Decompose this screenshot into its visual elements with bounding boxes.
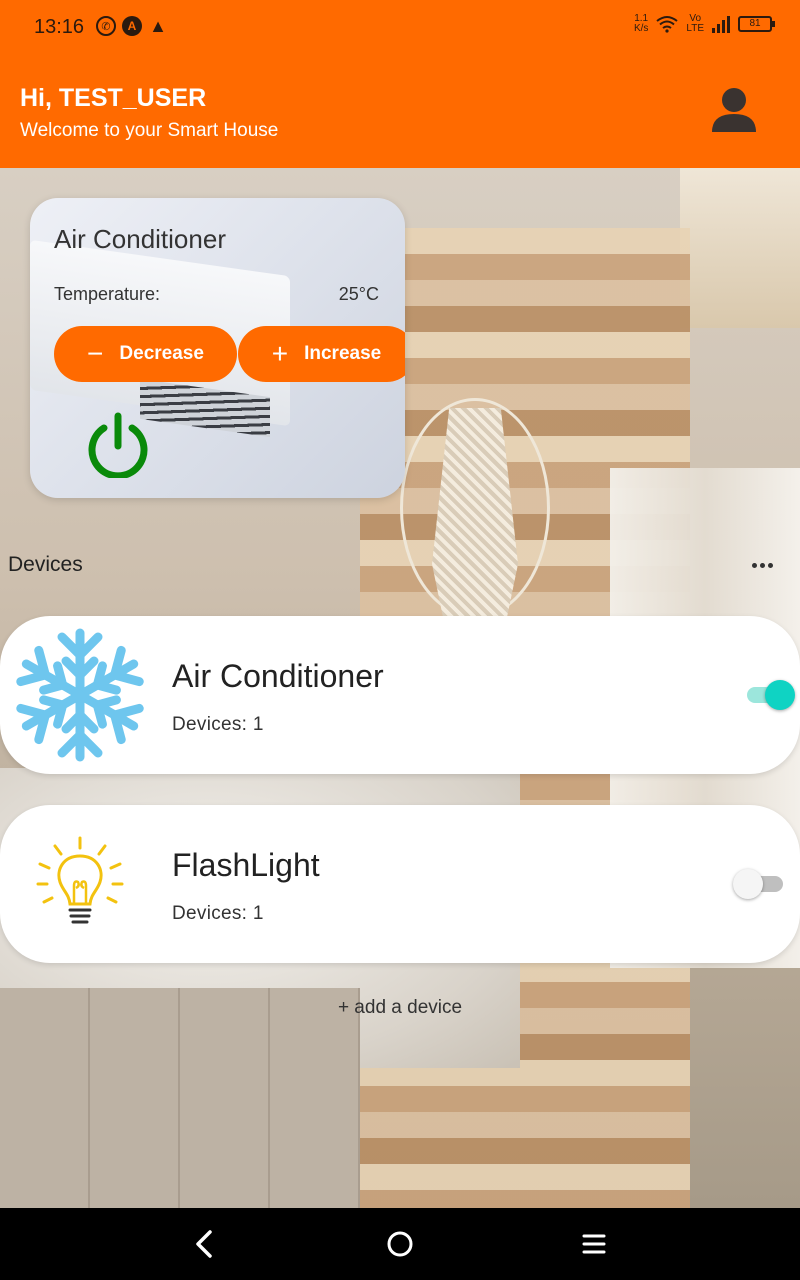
ac-control-card: Air Conditioner Temperature: 25°C − Decr…: [30, 198, 405, 498]
greeting-title: Hi, TEST_USER: [20, 84, 207, 112]
device-count: Devices: 1: [172, 903, 264, 924]
more-options-icon[interactable]: [752, 558, 778, 572]
person-icon[interactable]: [706, 86, 762, 136]
power-icon[interactable]: [86, 412, 150, 480]
temperature-value: 25°C: [338, 284, 379, 304]
status-bar: 13:16 ✆ A ▲ 1.1 K/s Vo LTE 81: [0, 0, 800, 56]
device-name: FlashLight: [172, 847, 320, 883]
network-speed: 1.1 K/s: [633, 13, 649, 34]
system-icons: 1.1 K/s Vo LTE 81: [633, 13, 775, 34]
whatsapp-icon: ✆: [96, 16, 116, 36]
battery-level: 81: [749, 18, 761, 29]
increase-label: Increase: [304, 343, 382, 364]
decrease-button[interactable]: − Decrease: [54, 326, 237, 382]
recents-icon[interactable]: [578, 1226, 610, 1262]
add-device-link[interactable]: + add a device: [0, 997, 800, 1019]
plus-icon: +: [271, 338, 289, 369]
temperature-label: Temperature:: [54, 284, 161, 304]
device-name: Air Conditioner: [172, 658, 384, 694]
lightbulb-icon: [4, 813, 156, 955]
a-icon: A: [122, 16, 142, 36]
minus-icon: −: [87, 338, 104, 369]
device-card-air-conditioner[interactable]: Air Conditioner Devices: 1: [0, 616, 800, 774]
device-toggle-flashlight[interactable]: [733, 869, 785, 899]
status-time: 13:16: [34, 16, 85, 38]
battery-icon: 81: [738, 16, 775, 32]
volte-indicator: Vo LTE: [686, 13, 704, 34]
snowflake-icon: [4, 624, 156, 766]
wifi-icon: [656, 15, 679, 33]
ac-control-title: Air Conditioner: [54, 224, 226, 254]
device-toggle-air-conditioner[interactable]: [745, 680, 797, 710]
home-icon[interactable]: [384, 1226, 416, 1262]
welcome-subtitle: Welcome to your Smart House: [20, 120, 279, 141]
increase-button[interactable]: + Increase: [238, 326, 405, 382]
app-header: Hi, TEST_USER Welcome to your Smart Hous…: [0, 56, 800, 168]
device-count: Devices: 1: [172, 714, 264, 735]
devices-heading: Devices: [8, 553, 83, 576]
notification-icons: ✆ A ▲: [96, 16, 168, 36]
device-card-flashlight[interactable]: FlashLight Devices: 1: [0, 805, 800, 963]
signal-icon: [712, 15, 730, 33]
system-nav-bar: [0, 1208, 800, 1280]
back-icon[interactable]: [190, 1226, 222, 1262]
decrease-label: Decrease: [119, 343, 204, 364]
warning-icon: ▲: [149, 15, 167, 36]
